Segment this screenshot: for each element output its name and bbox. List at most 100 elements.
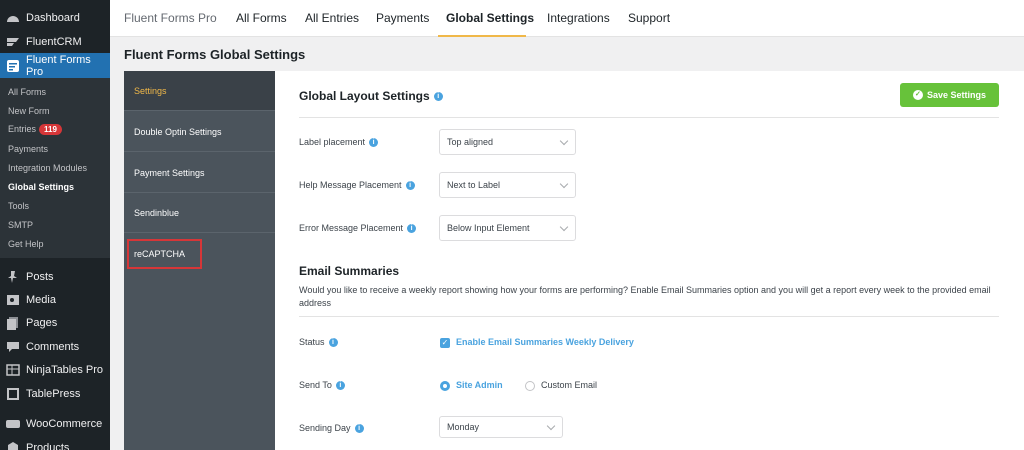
menu-label: Posts: [26, 271, 54, 283]
submenu-payments[interactable]: Payments: [8, 144, 48, 154]
media-icon: [6, 293, 20, 307]
info-icon[interactable]: i: [354, 424, 364, 434]
menu-item-tablepress[interactable]: TablePress: [0, 383, 110, 405]
settings-nav-label: Settings: [134, 85, 167, 96]
info-icon[interactable]: i: [433, 92, 443, 102]
label-placement-select[interactable]: Top aligned: [439, 129, 576, 155]
brand-title: Fluent Forms Pro: [124, 11, 217, 25]
radio-custom-email[interactable]: [525, 381, 535, 391]
recaptcha-highlight-box: [127, 239, 202, 269]
page-title: Fluent Forms Global Settings: [124, 47, 306, 62]
menu-label: Fluent Forms Pro: [26, 53, 91, 78]
menu-item-pages[interactable]: Pages: [0, 312, 110, 334]
menu-label: Media: [26, 294, 56, 306]
wp-admin-sidebar: Dashboard FluentCRM Fluent Forms Pro All…: [0, 0, 110, 450]
submenu-integration-modules[interactable]: Integration Modules: [8, 163, 87, 173]
top-navigation: Fluent Forms Pro All Forms All Entries P…: [110, 0, 1024, 37]
select-value: Monday: [447, 422, 480, 432]
menu-item-posts[interactable]: Posts: [0, 266, 110, 288]
submenu-label: Entries: [8, 124, 37, 134]
layout-title-text: Global Layout Settings: [299, 89, 430, 103]
submenu-label: Tools: [8, 201, 30, 211]
menu-item-fluentcrm[interactable]: FluentCRM: [0, 31, 110, 53]
info-icon[interactable]: i: [335, 381, 345, 391]
email-summaries-checkbox-label[interactable]: Enable Email Summaries Weekly Delivery: [456, 337, 634, 347]
check-circle-icon: ✓: [912, 90, 923, 100]
info-icon[interactable]: i: [405, 181, 415, 191]
tab-integrations[interactable]: Integrations: [547, 11, 610, 25]
info-icon[interactable]: i: [407, 224, 417, 234]
tab-all-entries[interactable]: All Entries: [305, 11, 359, 25]
submenu-smtp[interactable]: SMTP: [8, 220, 33, 230]
field-label-text: Help Message Placement: [299, 180, 402, 190]
fluent-forms-submenu: All Forms New Form Entries 119 Payments I…: [0, 78, 110, 258]
divider: [299, 117, 999, 118]
email-summaries-title: Email Summaries: [299, 264, 400, 278]
pin-icon: [6, 270, 20, 284]
settings-nav-sendinblue[interactable]: Sendinblue: [124, 193, 275, 233]
menu-label: NinjaTables Pro: [26, 364, 104, 376]
field-label-text: Label placement: [299, 137, 366, 147]
dashboard-icon: [6, 11, 20, 25]
field-label-text: Status: [299, 337, 325, 347]
menu-label: FluentCRM: [26, 36, 82, 48]
menu-label: TablePress: [26, 388, 81, 400]
menu-item-woocommerce[interactable]: WooCommerce: [0, 413, 110, 435]
submenu-new-form[interactable]: New Form: [8, 106, 50, 116]
send-to-label: Send To i: [299, 380, 345, 391]
tab-payments[interactable]: Payments: [376, 11, 429, 25]
info-icon[interactable]: i: [328, 338, 338, 348]
submenu-global-settings[interactable]: Global Settings: [8, 182, 74, 192]
error-message-placement-select[interactable]: Below Input Element: [439, 215, 576, 241]
radio-site-admin[interactable]: [440, 381, 450, 391]
submenu-label: Get Help: [8, 239, 44, 249]
tab-all-forms[interactable]: All Forms: [236, 11, 287, 25]
menu-label: Dashboard: [26, 12, 80, 24]
submenu-entries[interactable]: Entries 119: [8, 124, 62, 135]
submenu-label: New Form: [8, 106, 50, 116]
save-settings-button[interactable]: ✓ Save Settings: [900, 83, 999, 107]
field-label-text: Sending Day: [299, 423, 351, 433]
field-label-text: Error Message Placement: [299, 223, 404, 233]
chevron-down-icon: [559, 179, 569, 189]
email-summaries-checkbox[interactable]: ✓: [440, 338, 450, 348]
settings-nav-settings[interactable]: Settings: [124, 71, 275, 111]
menu-item-ninjatables-pro[interactable]: NinjaTables Pro: [0, 359, 110, 381]
chevron-down-icon: [559, 222, 569, 232]
menu-label: Products: [26, 442, 70, 450]
active-tab-indicator: [438, 35, 526, 37]
sending-day-select[interactable]: Monday: [439, 416, 563, 438]
tab-support[interactable]: Support: [628, 11, 670, 25]
menu-label: Comments: [26, 341, 80, 353]
fluent-forms-icon: [6, 59, 20, 73]
help-message-placement-label: Help Message Placement i: [299, 180, 415, 191]
label-placement-label: Label placement i: [299, 137, 379, 148]
radio-custom-email-label[interactable]: Custom Email: [541, 380, 597, 390]
divider: [299, 316, 999, 317]
layout-section-title: Global Layout Settings i: [299, 89, 443, 103]
settings-panel: [275, 71, 1024, 450]
table-icon: [6, 363, 20, 377]
submenu-tools[interactable]: Tools: [8, 201, 29, 211]
menu-label: Pages: [26, 317, 58, 329]
tab-global-settings[interactable]: Global Settings: [446, 11, 534, 25]
entries-count-badge: 119: [39, 124, 62, 135]
submenu-get-help[interactable]: Get Help: [8, 239, 44, 249]
menu-item-media[interactable]: Media: [0, 289, 110, 311]
info-icon[interactable]: i: [369, 138, 379, 148]
menu-item-comments[interactable]: Comments: [0, 336, 110, 358]
settings-nav-label: Double Optin Settings: [134, 126, 222, 137]
settings-nav-double-optin[interactable]: Double Optin Settings: [124, 112, 275, 152]
field-label-text: Send To: [299, 380, 332, 390]
help-message-placement-select[interactable]: Next to Label: [439, 172, 576, 198]
settings-nav-payment-settings[interactable]: Payment Settings: [124, 153, 275, 193]
settings-nav-label: Sendinblue: [134, 207, 180, 218]
radio-site-admin-label[interactable]: Site Admin: [456, 380, 503, 390]
menu-item-dashboard[interactable]: Dashboard: [0, 7, 110, 29]
select-value: Next to Label: [447, 180, 501, 190]
submenu-all-forms[interactable]: All Forms: [8, 87, 46, 97]
select-value: Below Input Element: [447, 223, 530, 233]
menu-item-products[interactable]: Products: [0, 437, 110, 450]
woocommerce-icon: [6, 417, 20, 431]
menu-item-fluent-forms-pro[interactable]: Fluent Forms Pro: [0, 53, 110, 78]
